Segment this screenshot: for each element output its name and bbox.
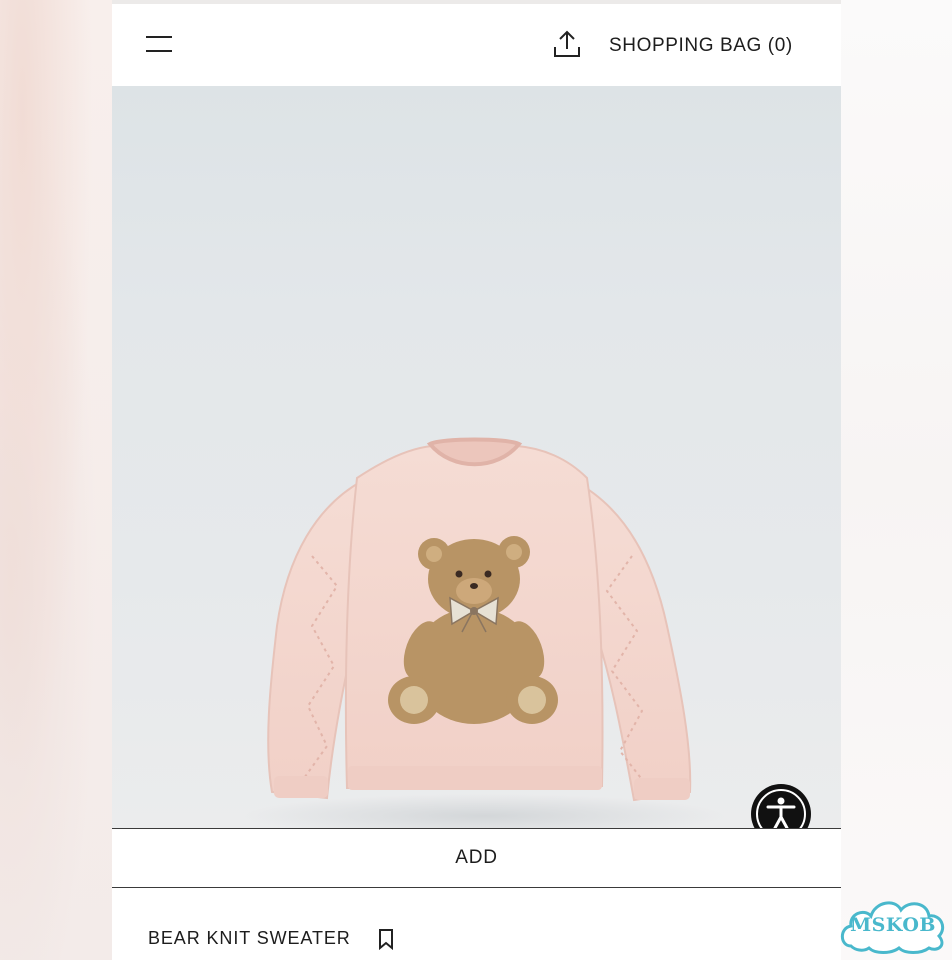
- share-icon[interactable]: [552, 28, 582, 60]
- product-image[interactable]: [112, 86, 841, 828]
- product-name: BEAR KNIT SWEATER: [148, 928, 351, 948]
- hamburger-menu-icon[interactable]: [145, 30, 173, 58]
- menu-line: [146, 36, 172, 38]
- app-header: SHOPPING BAG (0): [112, 4, 841, 86]
- shopping-bag-link[interactable]: SHOPPING BAG (0): [609, 34, 793, 58]
- menu-line: [146, 50, 172, 52]
- phone-screen: SHOPPING BAG (0) ADD BEAR KNIT SWEATER: [112, 0, 841, 960]
- blurred-background-left: [0, 0, 112, 960]
- add-label: ADD: [455, 847, 498, 868]
- watermark-text: MSKOB: [850, 914, 936, 936]
- bookmark-icon[interactable]: [377, 928, 395, 951]
- add-to-bag-button[interactable]: ADD: [112, 828, 841, 888]
- blurred-background-right: [841, 0, 952, 960]
- watermark-logo: MSKOB: [837, 888, 949, 958]
